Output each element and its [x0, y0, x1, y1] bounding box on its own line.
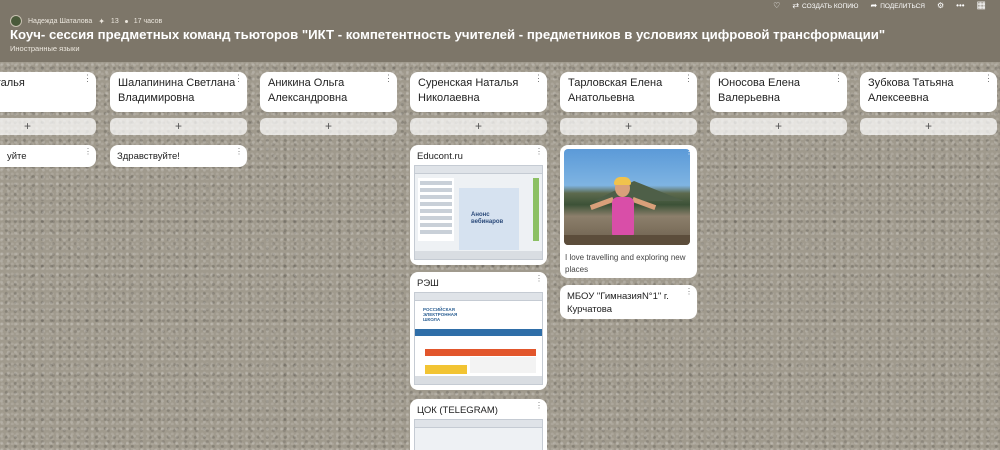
column: ва Наталья вна ⋮ +	[0, 72, 96, 135]
column-header[interactable]: Шалапинина Светлана Владимировна ⋮	[110, 72, 247, 112]
post-text: уйте	[7, 151, 27, 162]
preview-band	[470, 357, 536, 373]
preview-edge	[533, 178, 539, 241]
resh-logo: РОССИЙСКАЯ ЭЛЕКТРОННАЯ ШКОЛА	[423, 307, 458, 322]
post-caption: I love travelling and exploring new plac…	[565, 253, 686, 274]
link-preview-image[interactable]: Анонс вебинаров	[414, 165, 543, 260]
share-icon: ➦	[870, 1, 878, 10]
column: Аникина Ольга Александровна ⋮ +	[260, 72, 397, 135]
post-title: ЦОК (TELEGRAM)	[417, 405, 498, 416]
author-avatar[interactable]	[10, 15, 22, 27]
preview-band	[425, 349, 536, 356]
browser-bar	[415, 293, 542, 301]
column-title: ва Наталья вна	[0, 77, 25, 89]
column-title: Тарловская Елена Анатольевна	[568, 77, 663, 104]
board-subtitle: Иностранные языки	[10, 44, 80, 53]
post-card[interactable]: РЭШ ⋮ РОССИЙСКАЯ ЭЛЕКТРОННАЯ ШКОЛА	[410, 272, 547, 390]
kebab-icon[interactable]: ⋮	[685, 148, 693, 156]
post-card[interactable]: уйте ⋮	[0, 145, 96, 167]
top-actions: ♡ ⇄ СОЗДАТЬ КОПИЮ ➦ ПОДЕЛИТЬСЯ ⚙ ••• ▦	[773, 1, 986, 11]
kebab-icon[interactable]: ⋮	[534, 74, 543, 83]
photo-person-hair	[614, 177, 631, 185]
column-title: Аникина Ольга Александровна	[268, 77, 348, 104]
kebab-icon[interactable]: ⋮	[984, 74, 993, 83]
copy-label: СОЗДАТЬ КОПИЮ	[802, 2, 859, 10]
share-label: ПОДЕЛИТЬСЯ	[880, 2, 925, 10]
separator-dot	[124, 19, 128, 23]
add-post-button[interactable]: +	[860, 118, 997, 135]
column: Шалапинина Светлана Владимировна ⋮ +	[110, 72, 247, 135]
kebab-icon[interactable]: ⋮	[234, 74, 243, 83]
board-title: Коуч- сессия предметных команд тьюторов …	[10, 27, 886, 42]
add-post-button[interactable]: +	[710, 118, 847, 135]
kebab-icon[interactable]: ⋮	[384, 74, 393, 83]
column-header[interactable]: Аникина Ольга Александровна ⋮	[260, 72, 397, 112]
kebab-icon[interactable]: ⋮	[235, 148, 243, 156]
column-title: Шалапинина Светлана Владимировна	[118, 77, 236, 104]
post-card[interactable]: ⋮ I love travelling and exploring new pl…	[560, 145, 697, 278]
column: Юносова Елена Валерьевна ⋮ +	[710, 72, 847, 135]
board-meta: Надежда Шаталова ✦ 13 17 часов	[10, 15, 162, 27]
preview-nav	[415, 329, 542, 336]
column-header[interactable]: Юносова Елена Валерьевна ⋮	[710, 72, 847, 112]
link-preview-image[interactable]: РОССИЙСКАЯ ЭЛЕКТРОННАЯ ШКОЛА	[414, 292, 543, 385]
column: Тарловская Елена Анатольевна ⋮ +	[560, 72, 697, 135]
post-title: РЭШ	[417, 278, 439, 289]
post-card[interactable]: Educont.ru ⋮ Анонс вебинаров	[410, 145, 547, 265]
preview-taskbar	[415, 376, 542, 384]
author-name[interactable]: Надежда Шаталова	[28, 18, 92, 25]
column-header[interactable]: ва Наталья вна ⋮	[0, 72, 96, 112]
link-preview-image[interactable]	[414, 419, 543, 450]
column-header[interactable]: Зубкова Татьяна Алексеевна ⋮	[860, 72, 997, 112]
photo-person	[612, 197, 634, 239]
kebab-icon[interactable]: ⋮	[84, 148, 92, 156]
column: Зубкова Татьяна Алексеевна ⋮ +	[860, 72, 997, 135]
kebab-icon[interactable]: ⋮	[83, 74, 92, 83]
kebab-icon[interactable]: ⋮	[834, 74, 843, 83]
kebab-icon[interactable]: ⋮	[535, 402, 543, 410]
board-header: Надежда Шаталова ✦ 13 17 часов Коуч- сес…	[0, 0, 1000, 62]
kebab-icon[interactable]: ⋮	[535, 148, 543, 156]
add-post-button[interactable]: +	[410, 118, 547, 135]
updated-time: 17 часов	[133, 17, 163, 25]
browser-bar	[415, 420, 542, 428]
likes-count: 13	[110, 17, 119, 25]
preview-band	[425, 365, 467, 374]
photo-railing	[564, 235, 690, 245]
column-title: Суренская Наталья Николаевна	[418, 77, 519, 104]
post-card[interactable]: ЦОК (TELEGRAM) ⋮	[410, 399, 547, 450]
copy-icon: ⇄	[792, 1, 800, 10]
heart-icon[interactable]: ♡	[773, 2, 780, 10]
browser-bar	[415, 166, 542, 174]
promo-text: Анонс вебинаров	[471, 212, 504, 225]
column-header[interactable]: Суренская Наталья Николаевна ⋮	[410, 72, 547, 112]
add-post-button[interactable]: +	[110, 118, 247, 135]
add-post-button[interactable]: +	[560, 118, 697, 135]
post-card[interactable]: МБОУ "ГимназияN°1" г. Курчатова ⋮	[560, 285, 697, 319]
more-icon[interactable]: •••	[956, 2, 964, 10]
settings-icon[interactable]: ⚙	[937, 2, 944, 10]
preview-sidebar	[418, 178, 454, 241]
post-card[interactable]: Здравствуйте! ⋮	[110, 145, 247, 167]
post-text: Здравствуйте!	[117, 151, 180, 162]
column-header[interactable]: Тарловская Елена Анатольевна ⋮	[560, 72, 697, 112]
preview-taskbar	[415, 251, 542, 259]
add-post-button[interactable]: +	[260, 118, 397, 135]
apps-icon[interactable]: ▦	[977, 1, 986, 11]
add-post-button[interactable]: +	[0, 118, 96, 135]
preview-promo: Анонс вебинаров	[459, 188, 519, 250]
kebab-icon[interactable]: ⋮	[535, 275, 543, 283]
post-title: Educont.ru	[417, 151, 463, 162]
column-title: Зубкова Татьяна Алексеевна	[868, 77, 954, 104]
column-title: Юносова Елена Валерьевна	[718, 77, 801, 104]
star-icon: ✦	[98, 16, 105, 26]
column: Суренская Наталья Николаевна ⋮ +	[410, 72, 547, 135]
kebab-icon[interactable]: ⋮	[684, 74, 693, 83]
share-button[interactable]: ➦ ПОДЕЛИТЬСЯ	[871, 2, 925, 10]
copy-button[interactable]: ⇄ СОЗДАТЬ КОПИЮ	[792, 2, 858, 10]
post-title: МБОУ "ГимназияN°1" г. Курчатова	[567, 291, 669, 315]
kebab-icon[interactable]: ⋮	[685, 288, 693, 296]
post-photo[interactable]	[564, 149, 690, 245]
